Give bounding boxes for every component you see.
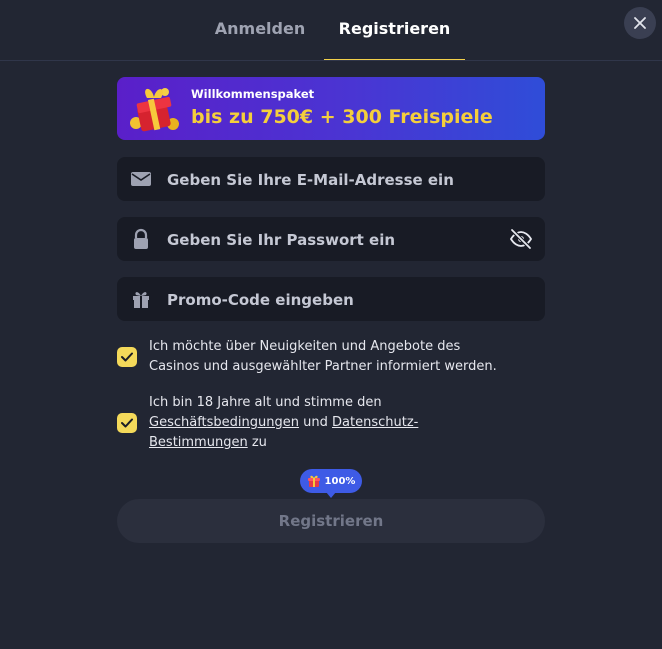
email-input[interactable] (165, 157, 499, 203)
banner-subtitle: Willkommenspaket (191, 87, 315, 101)
bonus-progress-label: 100% (324, 475, 356, 487)
gift-box-icon (130, 88, 179, 132)
newsletter-text-line2: Casinos und ausgewählter Partner informi… (149, 359, 497, 374)
checkmark-icon (121, 352, 133, 362)
terms-and-text: und (303, 415, 328, 430)
promo-code-field[interactable] (117, 277, 545, 323)
close-icon (634, 17, 646, 29)
privacy-link-continued[interactable]: Bestimmungen (149, 435, 248, 450)
tab-register[interactable]: Registrieren (324, 0, 465, 61)
password-field[interactable] (117, 217, 545, 263)
email-field[interactable] (117, 157, 545, 203)
newsletter-consent-text: Ich möchte über Neuigkeiten und Angebote… (149, 337, 549, 377)
bonus-progress-badge: 100% (300, 469, 362, 498)
terms-link[interactable]: Geschäftsbedingungen (149, 415, 299, 430)
close-button[interactable] (624, 7, 656, 39)
eye-off-icon[interactable] (509, 227, 533, 251)
tabs-divider (0, 60, 662, 61)
register-button[interactable]: Registrieren (117, 499, 545, 543)
password-input[interactable] (165, 217, 499, 263)
checkmark-icon (121, 418, 133, 428)
terms-consent-text: Ich bin 18 Jahre alt und stimme den Gesc… (149, 393, 549, 453)
terms-checkbox[interactable] (117, 413, 137, 433)
terms-end-text: zu (251, 435, 267, 450)
newsletter-checkbox[interactable] (117, 347, 137, 367)
terms-text-line1: Ich bin 18 Jahre alt und stimme den (149, 395, 382, 410)
terms-text-line3: Bestimmungen zu (149, 433, 549, 453)
envelope-icon (131, 172, 151, 186)
tab-register-label: Registrieren (338, 19, 451, 38)
gift-icon (133, 292, 149, 308)
privacy-link[interactable]: Datenschutz- (332, 415, 418, 430)
banner-title: bis zu 750€ + 300 Freispiele (191, 106, 493, 128)
terms-text-line2: Geschäftsbedingungen und Datenschutz- (149, 413, 549, 433)
tab-login[interactable]: Anmelden (196, 0, 324, 60)
gift-icon (307, 475, 320, 487)
welcome-banner: Willkommenspaket bis zu 750€ + 300 Freis… (117, 77, 545, 140)
lock-icon (134, 228, 148, 249)
auth-tabs: Anmelden Registrieren (0, 0, 662, 61)
promo-code-input[interactable] (165, 277, 499, 323)
newsletter-text-line1: Ich möchte über Neuigkeiten und Angebote… (149, 339, 461, 354)
